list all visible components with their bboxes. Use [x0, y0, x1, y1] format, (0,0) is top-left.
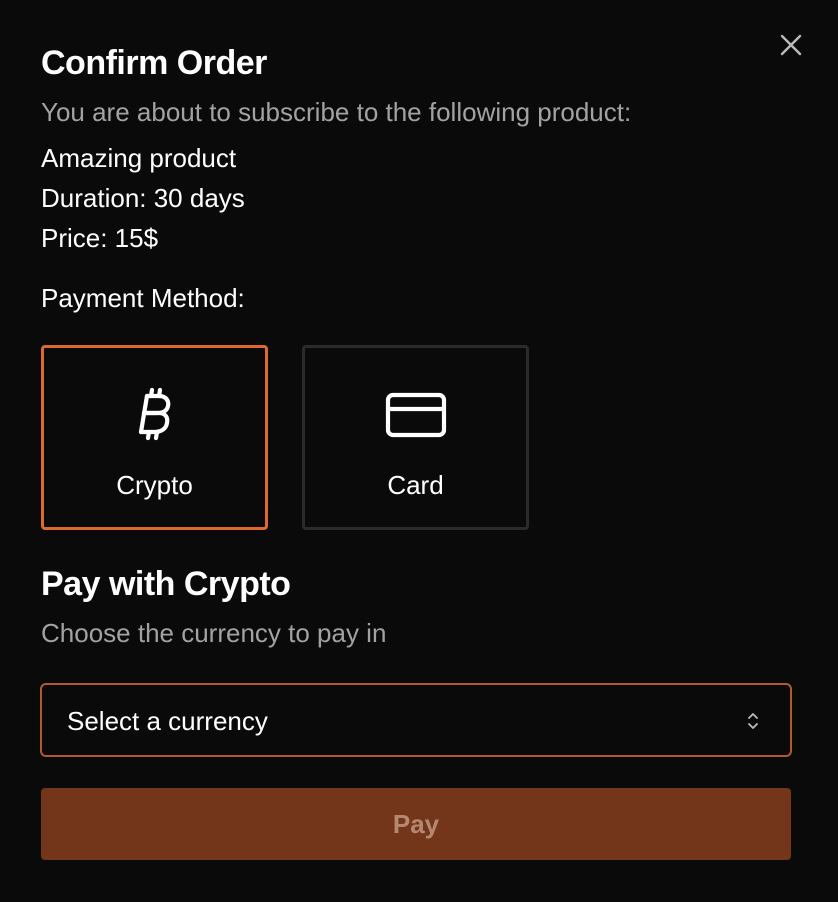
payment-method-card[interactable]: Card: [302, 345, 529, 530]
dialog-subtitle: You are about to subscribe to the follow…: [41, 97, 632, 127]
product-price: Price: 15$: [41, 223, 159, 253]
bitcoin-icon: [135, 386, 175, 447]
product-name: Amazing product: [41, 143, 237, 173]
payment-method-crypto[interactable]: Crypto: [41, 345, 268, 530]
dialog-title: Confirm Order: [41, 44, 267, 82]
product-duration: Duration: 30 days: [41, 183, 245, 213]
pay-with-crypto-subtitle: Choose the currency to pay in: [41, 618, 387, 648]
close-button[interactable]: [772, 26, 810, 64]
chevron-up-down-icon: [746, 710, 760, 737]
pay-button[interactable]: Pay: [41, 788, 791, 860]
close-icon: [780, 34, 802, 56]
card-label: Card: [387, 470, 444, 500]
crypto-label: Crypto: [116, 470, 193, 500]
confirm-order-dialog: Confirm Order You are about to subscribe…: [0, 0, 838, 902]
credit-card-icon: [385, 392, 447, 443]
currency-select[interactable]: Select a currency: [40, 683, 792, 757]
currency-select-placeholder: Select a currency: [67, 706, 268, 736]
pay-with-crypto-title: Pay with Crypto: [41, 565, 291, 603]
payment-method-label: Payment Method:: [41, 283, 245, 313]
